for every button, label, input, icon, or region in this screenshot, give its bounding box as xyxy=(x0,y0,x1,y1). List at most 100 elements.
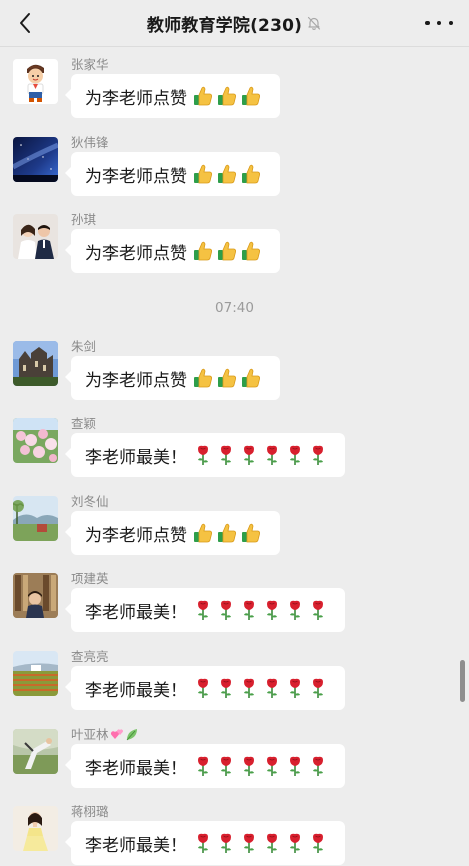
emoji-group xyxy=(189,599,327,621)
avatar[interactable] xyxy=(13,59,58,104)
message-row: 张家华 为李老师点赞 xyxy=(0,50,469,120)
avatar[interactable] xyxy=(13,341,58,386)
message-row: 朱剑 为李老师点赞 xyxy=(0,332,469,402)
message-list[interactable]: 张家华 为李老师点赞 狄伟锋 为李老师点赞 孙琪 为李老师点赞 07:40 朱剑… xyxy=(0,48,469,866)
sender-name: 项建英 xyxy=(71,571,109,586)
emoji-group xyxy=(189,367,261,389)
chat-window: 教师教育学院(230) 张家华 为李老师点赞 狄伟锋 为李老师点赞 孙琪 为李老… xyxy=(0,0,469,866)
avatar[interactable] xyxy=(13,418,58,463)
avatar[interactable] xyxy=(13,729,58,774)
rose-icon xyxy=(198,600,208,620)
message-text: 李老师最美！ xyxy=(85,758,187,779)
sender-name: 蒋栩璐 xyxy=(71,804,109,819)
rose-icon xyxy=(267,756,277,776)
rose-icon xyxy=(244,445,254,465)
thumbs-up-icon xyxy=(194,368,212,388)
rose-icon xyxy=(198,445,208,465)
avatar[interactable] xyxy=(13,573,58,618)
message-bubble[interactable]: 李老师最美！ xyxy=(65,666,345,710)
thumbs-up-icon xyxy=(194,164,212,184)
rose-icon xyxy=(244,756,254,776)
thumbs-up-icon xyxy=(218,523,236,543)
message-bubble[interactable]: 李老师最美！ xyxy=(65,744,345,788)
rose-icon xyxy=(290,445,300,465)
rose-icon xyxy=(221,756,231,776)
sender-name: 张家华 xyxy=(71,57,109,72)
rose-icon xyxy=(221,600,231,620)
emoji-group xyxy=(189,444,327,466)
avatar[interactable] xyxy=(13,214,58,259)
message-bubble[interactable]: 为李老师点赞 xyxy=(65,74,280,118)
sender-name: 刘冬仙 xyxy=(71,494,109,509)
thumbs-up-icon xyxy=(218,86,236,106)
message-text: 为李老师点赞 xyxy=(85,88,187,109)
emoji-group xyxy=(189,240,261,262)
message-text: 李老师最美！ xyxy=(85,835,187,856)
rose-icon xyxy=(290,600,300,620)
hearts-icon xyxy=(110,729,123,739)
message-text: 为李老师点赞 xyxy=(85,166,187,187)
message-row: 狄伟锋 为李老师点赞 xyxy=(0,128,469,198)
rose-icon xyxy=(198,678,208,698)
thumbs-up-icon xyxy=(242,86,260,106)
ellipsis-dot xyxy=(448,20,453,26)
rose-icon xyxy=(313,756,323,776)
message-text: 李老师最美！ xyxy=(85,602,187,623)
emoji-group xyxy=(189,755,327,777)
scrollbar[interactable] xyxy=(460,660,465,702)
sender-name: 朱剑 xyxy=(71,339,97,354)
rose-icon xyxy=(290,678,300,698)
avatar[interactable] xyxy=(13,806,58,851)
sender-name: 狄伟锋 xyxy=(71,135,109,150)
sender-name: 叶亚林 xyxy=(71,724,139,743)
rose-icon xyxy=(313,600,323,620)
timestamp: 07:40 xyxy=(215,300,254,316)
message-row: 刘冬仙 为李老师点赞 xyxy=(0,487,469,557)
thumbs-up-icon xyxy=(242,368,260,388)
rose-icon xyxy=(244,600,254,620)
title-area[interactable]: 教师教育学院(230) xyxy=(147,11,322,36)
message-bubble[interactable]: 为李老师点赞 xyxy=(65,229,280,273)
message-bubble[interactable]: 为李老师点赞 xyxy=(65,356,280,400)
bell-muted-icon xyxy=(306,15,322,31)
avatar[interactable] xyxy=(13,137,58,182)
rose-icon xyxy=(221,833,231,853)
rose-icon xyxy=(290,833,300,853)
message-row: 查亮亮 李老师最美！ xyxy=(0,642,469,712)
ellipsis-icon xyxy=(425,20,430,26)
message-text: 李老师最美！ xyxy=(85,447,187,468)
message-row: 蒋栩璐 李老师最美！ xyxy=(0,797,469,866)
emoji-group xyxy=(189,522,261,544)
message-row: 项建英 李老师最美！ xyxy=(0,564,469,634)
thumbs-up-icon xyxy=(218,241,236,261)
thumbs-up-icon xyxy=(194,241,212,261)
sender-name-text: 叶亚林 xyxy=(71,727,109,742)
chat-title: 教师教育学院(230) xyxy=(146,15,303,36)
avatar[interactable] xyxy=(13,651,58,696)
avatar[interactable] xyxy=(13,496,58,541)
back-button[interactable] xyxy=(12,8,38,38)
emoji-group xyxy=(189,832,327,854)
sender-name: 孙琪 xyxy=(71,212,97,227)
message-bubble[interactable]: 为李老师点赞 xyxy=(65,511,280,555)
message-bubble[interactable]: 李老师最美！ xyxy=(65,588,345,632)
thumbs-up-icon xyxy=(242,523,260,543)
chevron-left-icon xyxy=(20,13,30,33)
sender-name: 查亮亮 xyxy=(71,649,109,664)
rose-icon xyxy=(267,445,277,465)
message-text: 为李老师点赞 xyxy=(85,243,187,264)
emoji-group xyxy=(189,677,327,699)
emoji-group xyxy=(189,163,261,185)
thumbs-up-icon xyxy=(218,368,236,388)
message-text: 李老师最美！ xyxy=(85,680,187,701)
more-button[interactable] xyxy=(425,12,453,34)
rose-icon xyxy=(267,678,277,698)
thumbs-up-icon xyxy=(194,523,212,543)
rose-icon xyxy=(290,756,300,776)
message-bubble[interactable]: 李老师最美！ xyxy=(65,433,345,477)
thumbs-up-icon xyxy=(242,164,260,184)
rose-icon xyxy=(244,678,254,698)
message-bubble[interactable]: 李老师最美！ xyxy=(65,821,345,865)
message-text: 为李老师点赞 xyxy=(85,525,187,546)
message-bubble[interactable]: 为李老师点赞 xyxy=(65,152,280,196)
